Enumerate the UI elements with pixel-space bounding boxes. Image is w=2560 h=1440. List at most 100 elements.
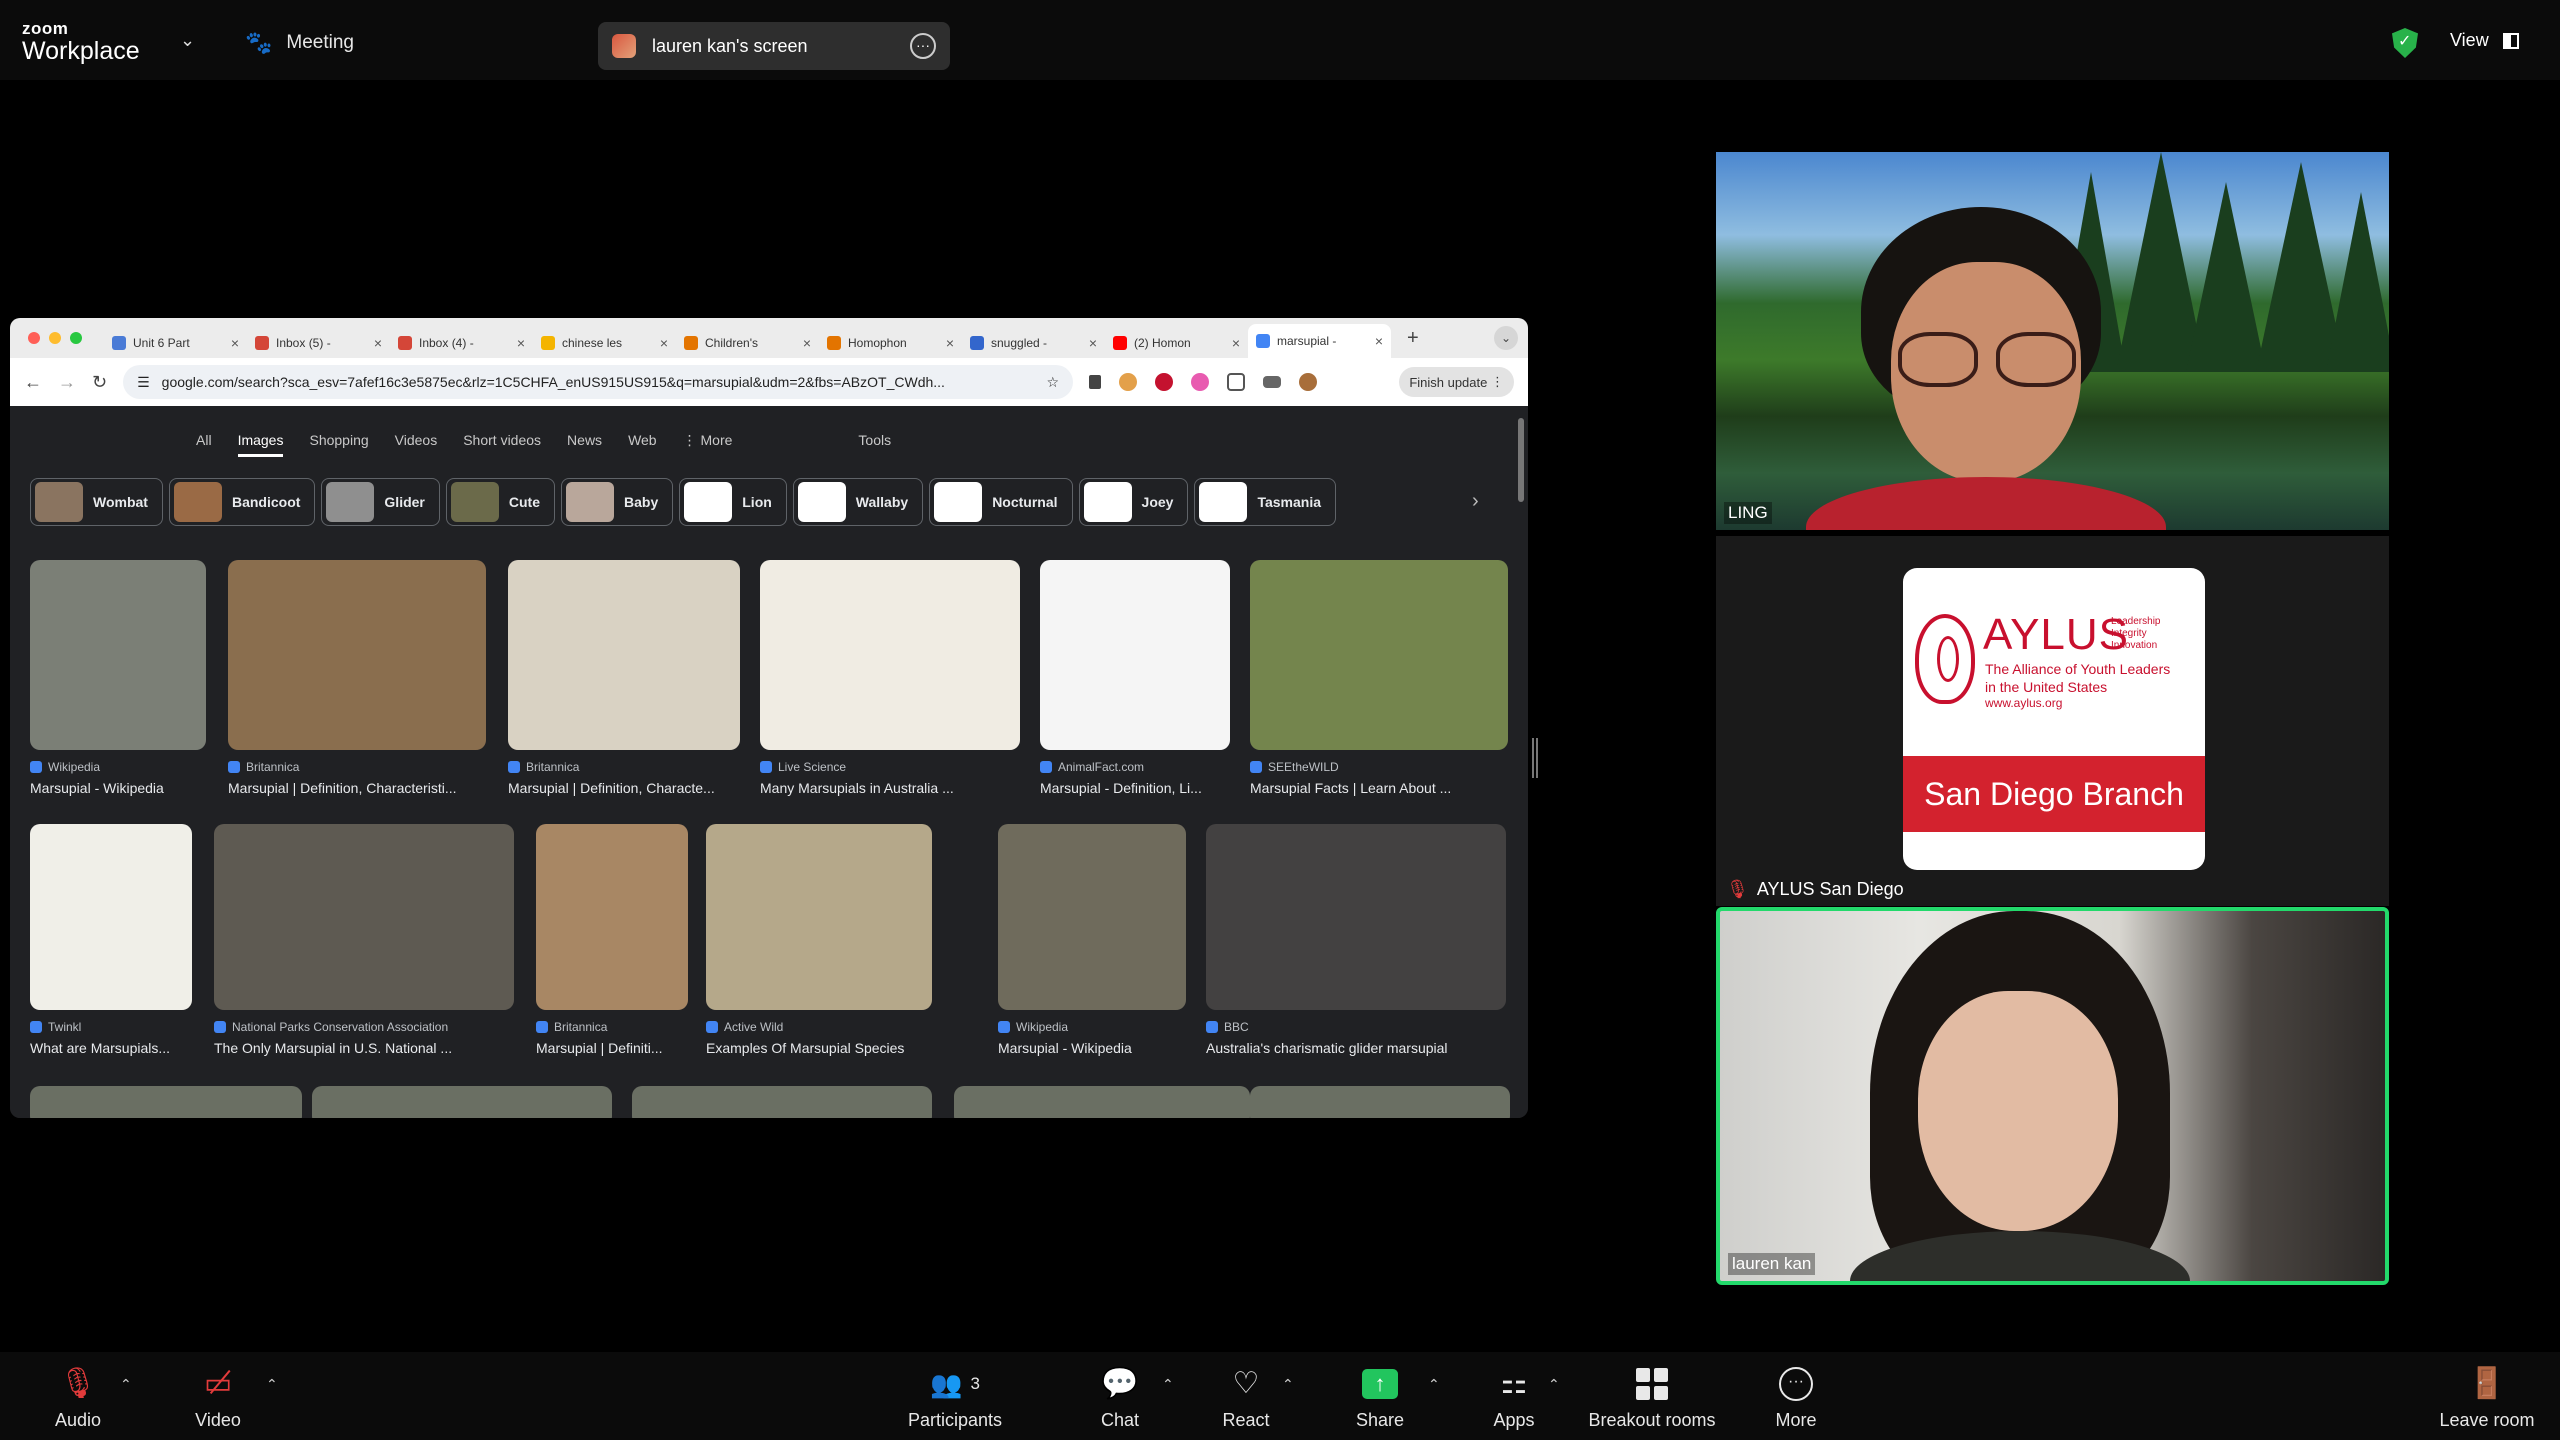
forward-icon[interactable]: → [58,372,76,393]
result-thumbnail[interactable] [228,560,486,750]
tab-more[interactable]: ⋮ More [683,432,733,457]
image-result[interactable]: BBC Australia's charismatic glider marsu… [1206,824,1506,1056]
close-tab-icon[interactable]: × [660,335,668,351]
audio-options-caret-icon[interactable]: ⌃ [120,1376,132,1393]
audio-button[interactable]: 🎙 Audio [40,1366,116,1431]
video-tile-aylus[interactable]: AYLUS Leadership Integrity Innovation Th… [1716,536,2389,906]
extensions-puzzle-icon[interactable] [1227,373,1246,391]
pink-extension-icon[interactable] [1191,373,1210,391]
browser-tab[interactable]: marsupial - × [1248,324,1391,358]
result-title[interactable]: Marsupial - Definition, Li... [1040,780,1230,796]
video-button[interactable]: ▭̸ Video [180,1366,256,1431]
browser-tab[interactable]: chinese les × [533,328,676,358]
video-tile-ling[interactable]: LING [1716,152,2389,530]
image-result[interactable] [312,1086,612,1118]
close-tab-icon[interactable]: × [517,335,525,351]
close-tab-icon[interactable]: × [231,335,239,351]
new-tab-icon[interactable]: + [1407,327,1419,350]
result-title[interactable]: Many Marsupials in Australia ... [760,780,1020,796]
more-options-icon[interactable]: ··· [910,33,936,59]
honey-extension-icon[interactable] [1119,373,1138,391]
site-info-icon[interactable]: ☰ [137,374,150,391]
tab-search-icon[interactable]: ⌄ [1494,326,1518,350]
close-tab-icon[interactable]: × [1232,335,1240,351]
image-result[interactable]: Britannica Marsupial | Definition, Chara… [508,560,740,796]
browser-tab[interactable]: (2) Homon × [1105,328,1248,358]
browser-tab[interactable]: snuggled - × [962,328,1105,358]
leave-room-button[interactable]: 🚪 Leave room [2432,1366,2542,1431]
profile-avatar[interactable] [1299,373,1318,391]
adblock-extension-icon[interactable] [1155,373,1174,391]
result-title[interactable]: Marsupial - Wikipedia [998,1040,1186,1056]
meeting-menu[interactable]: 🐾 Meeting [245,30,354,56]
close-tab-icon[interactable]: × [1089,335,1097,351]
split-drag-handle[interactable] [1532,738,1538,778]
image-result[interactable]: Live Science Many Marsupials in Australi… [760,560,1020,796]
zoom-logo[interactable]: zoom Workplace [22,20,140,64]
result-thumbnail[interactable] [30,1086,302,1118]
image-result[interactable]: Britannica Marsupial | Definiti... [536,824,688,1056]
result-thumbnail[interactable] [760,560,1020,750]
video-options-caret-icon[interactable]: ⌃ [266,1376,278,1393]
bookmark-star-icon[interactable]: ☆ [1047,374,1060,391]
browser-tab[interactable]: Inbox (4) - × [390,328,533,358]
result-title[interactable]: What are Marsupials... [30,1040,192,1056]
image-result[interactable]: Wikipedia Marsupial - Wikipedia [30,560,206,796]
tab-shopping[interactable]: Shopping [309,432,368,457]
browser-tab[interactable]: Children's × [676,328,819,358]
image-result[interactable]: Twinkl What are Marsupials... [30,824,192,1056]
react-options-caret-icon[interactable]: ⌃ [1282,1376,1294,1393]
view-button[interactable]: View [2450,30,2519,51]
cursor-extension-icon[interactable] [1089,375,1102,389]
tab-images[interactable]: Images [237,432,284,457]
refinement-chip[interactable]: Lion [679,478,787,526]
react-button[interactable]: ♡ React [1216,1366,1276,1431]
chevron-down-icon[interactable]: ⌄ [180,30,195,51]
more-button[interactable]: ··· More [1766,1366,1826,1431]
result-thumbnail[interactable] [998,824,1186,1010]
close-tab-icon[interactable]: × [1375,333,1383,349]
refinement-chip[interactable]: Nocturnal [929,478,1073,526]
image-result[interactable] [1250,1086,1510,1118]
security-shield-icon[interactable] [2392,28,2418,58]
video-tile-lauren[interactable]: lauren kan [1716,907,2389,1285]
tab-news[interactable]: News [567,432,602,457]
result-thumbnail[interactable] [1250,560,1508,750]
refinement-chip[interactable]: Wombat [30,478,163,526]
result-thumbnail[interactable] [632,1086,932,1118]
tab-all[interactable]: All [196,432,212,457]
result-title[interactable]: Marsupial Facts | Learn About ... [1250,780,1508,796]
image-result[interactable] [632,1086,932,1118]
result-thumbnail[interactable] [536,824,688,1010]
result-title[interactable]: Examples Of Marsupial Species [706,1040,932,1056]
apps-options-caret-icon[interactable]: ⌃ [1548,1376,1560,1393]
refinement-chip[interactable]: Wallaby [792,478,924,526]
image-result[interactable]: Active Wild Examples Of Marsupial Specie… [706,824,932,1056]
image-result[interactable] [954,1086,1250,1118]
result-title[interactable]: Marsupial | Definition, Characte... [508,780,740,796]
close-tab-icon[interactable]: × [374,335,382,351]
refinement-chip[interactable]: Glider [321,478,440,526]
chat-options-caret-icon[interactable]: ⌃ [1162,1376,1174,1393]
finish-update-button[interactable]: Finish update ⋮ [1399,367,1514,397]
result-thumbnail[interactable] [1250,1086,1510,1118]
refinement-chip[interactable]: Cute [445,478,556,526]
close-tab-icon[interactable]: × [946,335,954,351]
participants-button[interactable]: 👥 3 Participants [900,1366,1010,1431]
result-title[interactable]: The Only Marsupial in U.S. National ... [214,1040,514,1056]
close-tab-icon[interactable]: × [803,335,811,351]
maximize-window-icon[interactable] [70,332,82,344]
result-title[interactable]: Marsupial | Definiti... [536,1040,688,1056]
browser-tab[interactable]: Homophon × [819,328,962,358]
result-thumbnail[interactable] [30,824,192,1010]
image-result[interactable]: AnimalFact.com Marsupial - Definition, L… [1040,560,1230,796]
refinement-chip[interactable]: Bandicoot [168,478,316,526]
result-title[interactable]: Marsupial - Wikipedia [30,780,206,796]
result-thumbnail[interactable] [312,1086,612,1118]
media-control-icon[interactable] [1263,376,1282,388]
tab-short-videos[interactable]: Short videos [463,432,541,457]
share-options-caret-icon[interactable]: ⌃ [1428,1376,1440,1393]
reload-icon[interactable]: ↻ [92,372,107,393]
chevron-right-icon[interactable]: › [1472,490,1479,513]
tools-button[interactable]: Tools [858,432,891,457]
